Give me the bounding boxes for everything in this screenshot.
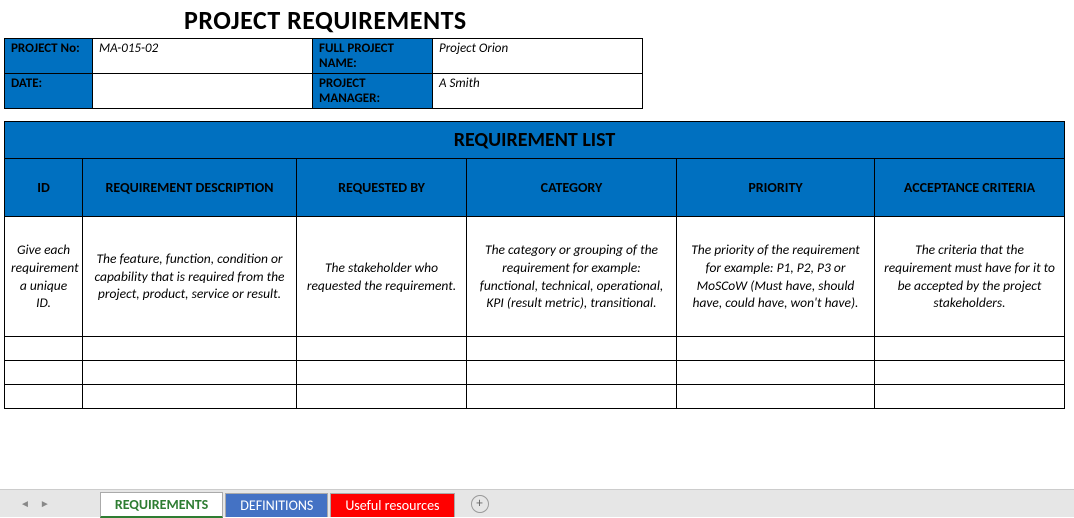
col-priority: PRIORITY: [677, 159, 875, 217]
table-row[interactable]: [5, 385, 1065, 409]
col-id: ID: [5, 159, 83, 217]
add-sheet-button[interactable]: +: [471, 495, 489, 513]
value-date[interactable]: [93, 74, 313, 109]
arrow-right-icon[interactable]: ►: [40, 497, 50, 510]
col-acceptance: ACCEPTANCE CRITERIA: [875, 159, 1065, 217]
sheet-tab-bar: ◄ ► REQUIREMENTS DEFINITIONS Useful reso…: [0, 489, 1074, 517]
value-full-name[interactable]: Project Orion: [433, 39, 643, 74]
section-header: REQUIREMENT LIST: [5, 122, 1065, 159]
hint-id[interactable]: Give each requirement a unique ID.: [5, 217, 83, 337]
tab-resources[interactable]: Useful resources: [330, 493, 454, 517]
label-project-no: PROJECT No:: [5, 39, 93, 74]
col-desc: REQUIREMENT DESCRIPTION: [83, 159, 297, 217]
hint-row: Give each requirement a unique ID. The f…: [5, 217, 1065, 337]
tab-definitions[interactable]: DEFINITIONS: [225, 493, 328, 517]
page-title: PROJECT REQUIREMENTS: [184, 4, 1070, 36]
col-req-by: REQUESTED BY: [297, 159, 467, 217]
project-info-table: PROJECT No: MA-015-02 FULL PROJECT NAME:…: [4, 38, 643, 109]
requirement-table: REQUIREMENT LIST ID REQUIREMENT DESCRIPT…: [4, 121, 1065, 409]
hint-acceptance[interactable]: The criteria that the requirement must h…: [875, 217, 1065, 337]
label-full-name: FULL PROJECT NAME:: [313, 39, 433, 74]
value-project-no[interactable]: MA-015-02: [93, 39, 313, 74]
hint-priority[interactable]: The priority of the requirement for exam…: [677, 217, 875, 337]
table-row[interactable]: [5, 361, 1065, 385]
hint-desc[interactable]: The feature, function, condition or capa…: [83, 217, 297, 337]
label-pm: PROJECT MANAGER:: [313, 74, 433, 109]
table-row[interactable]: [5, 337, 1065, 361]
tab-requirements[interactable]: REQUIREMENTS: [100, 492, 223, 518]
hint-category[interactable]: The category or grouping of the requirem…: [467, 217, 677, 337]
arrow-left-icon[interactable]: ◄: [20, 497, 30, 510]
col-category: CATEGORY: [467, 159, 677, 217]
label-date: DATE:: [5, 74, 93, 109]
hint-req-by[interactable]: The stakeholder who requested the requir…: [297, 217, 467, 337]
value-pm[interactable]: A Smith: [433, 74, 643, 109]
tab-nav-arrows[interactable]: ◄ ►: [20, 497, 50, 510]
